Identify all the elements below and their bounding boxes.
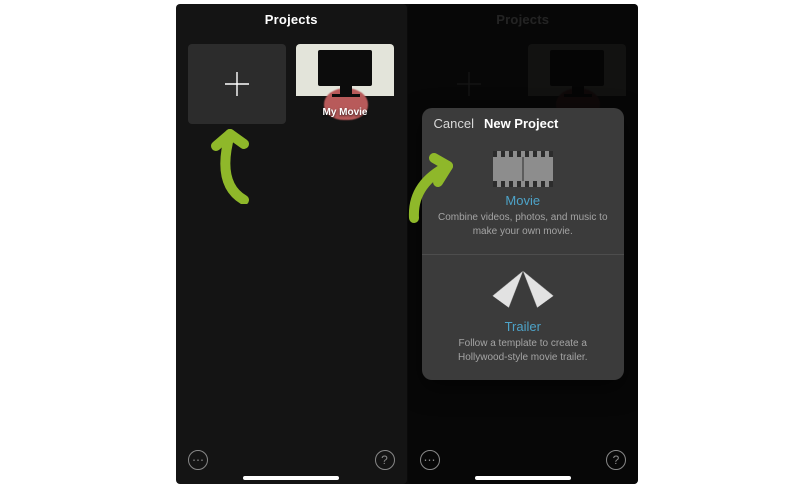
project-thumbnail-label: My Movie (296, 107, 394, 118)
projects-screen-with-dialog: Projects Cancel New Project Movie Combin… (408, 4, 639, 484)
new-project-dialog: Cancel New Project Movie Combine videos,… (422, 108, 625, 380)
more-button[interactable]: ⋯ (188, 450, 208, 470)
projects-screen: Projects My Movie ⋯ ? (176, 4, 407, 484)
movie-option[interactable]: Movie Combine videos, photos, and music … (422, 137, 625, 254)
home-indicator (475, 476, 571, 480)
bottom-bar: ⋯ ? (408, 444, 639, 484)
projects-grid: My Movie (176, 34, 407, 134)
movie-option-desc: Combine videos, photos, and music to mak… (438, 211, 609, 238)
trailer-option-desc: Follow a template to create a Hollywood-… (438, 337, 609, 364)
plus-icon (220, 67, 254, 101)
bottom-bar: ⋯ ? (176, 444, 407, 484)
trailer-option-title: Trailer (438, 319, 609, 334)
more-button[interactable]: ⋯ (420, 450, 440, 470)
help-button[interactable]: ? (375, 450, 395, 470)
help-icon: ? (381, 453, 388, 467)
filmstrip-icon (493, 151, 553, 187)
cancel-button[interactable]: Cancel (434, 116, 474, 131)
ellipsis-icon: ⋯ (424, 453, 436, 467)
spotlight-icon (501, 269, 545, 313)
movie-option-title: Movie (438, 193, 609, 208)
help-button[interactable]: ? (606, 450, 626, 470)
create-project-button[interactable] (188, 44, 286, 124)
home-indicator (243, 476, 339, 480)
help-icon: ? (613, 453, 620, 467)
project-thumbnail[interactable]: My Movie (296, 44, 394, 124)
page-title: Projects (176, 4, 407, 34)
trailer-option[interactable]: Trailer Follow a template to create a Ho… (422, 254, 625, 380)
ellipsis-icon: ⋯ (192, 453, 204, 467)
dialog-title: New Project (484, 116, 558, 131)
